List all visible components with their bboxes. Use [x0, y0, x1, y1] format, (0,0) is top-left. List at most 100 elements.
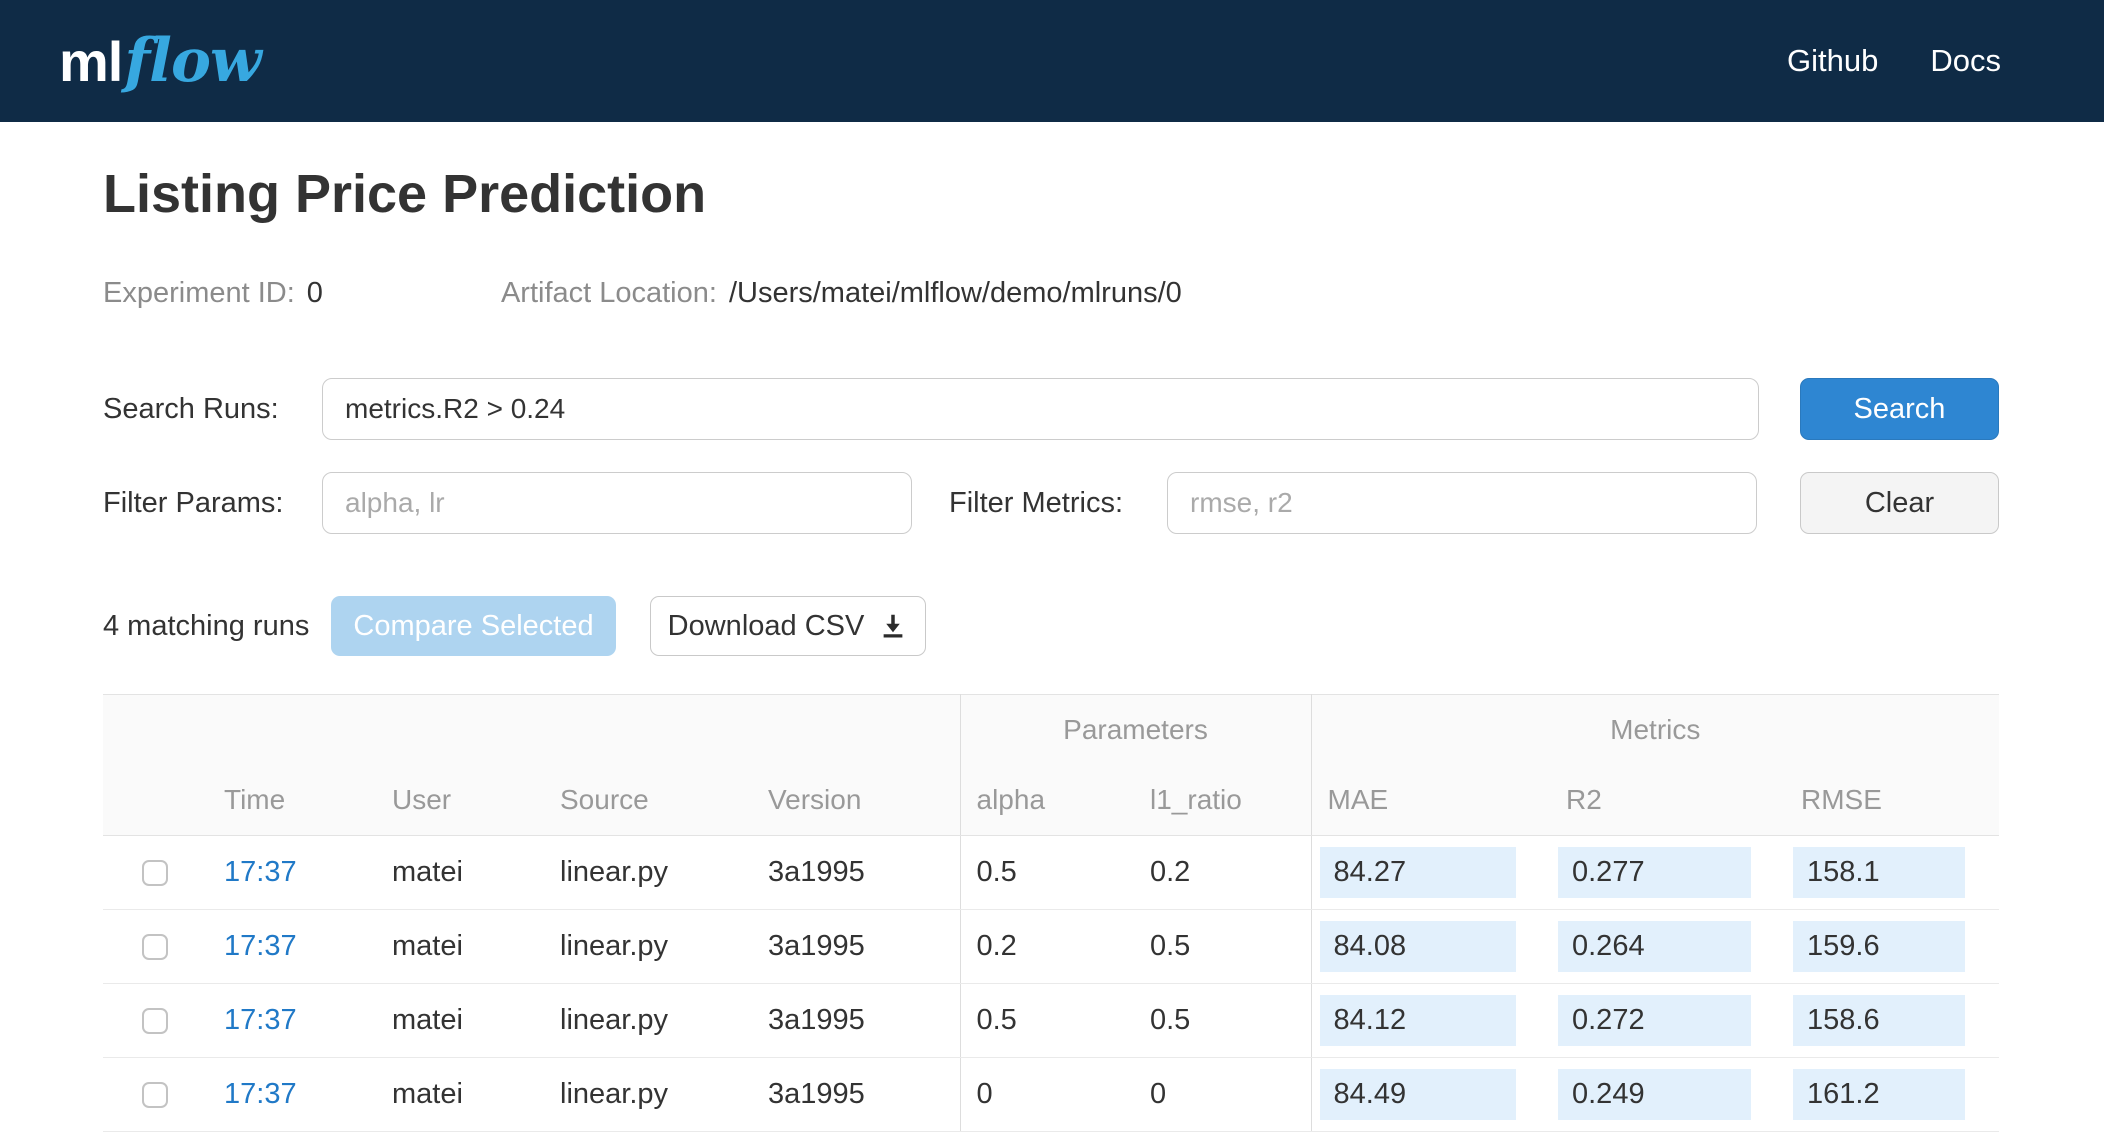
cell-r2: 0.249: [1550, 1057, 1785, 1132]
cell-rmse: 159.6: [1785, 909, 2000, 984]
cell-alpha: 0.5: [959, 983, 1134, 1058]
cell-l1-ratio: 0.5: [1134, 983, 1311, 1058]
cell-user: matei: [376, 909, 544, 984]
column-header-l1-ratio: l1_ratio: [1134, 764, 1311, 836]
metric-value: 84.49: [1319, 1069, 1516, 1120]
cell-user: matei: [376, 1057, 544, 1132]
column-header-version: Version: [752, 764, 960, 836]
logo-flow-text: flow: [124, 26, 261, 96]
column-header-mae: MAE: [1310, 764, 1550, 836]
nav-link-github[interactable]: Github: [1787, 43, 1878, 79]
row-checkbox[interactable]: [142, 934, 168, 961]
column-header-alpha: alpha: [959, 764, 1134, 836]
results-action-row: 4 matching runs Compare Selected Downloa…: [103, 596, 1999, 656]
row-checkbox[interactable]: [142, 860, 168, 887]
table-row: 17:37 matei linear.py 3a1995 0 0 84.49 0…: [103, 1057, 2000, 1132]
run-time-link[interactable]: 17:37: [224, 856, 297, 888]
cell-time: 17:37: [208, 1057, 376, 1132]
filter-params-input[interactable]: [322, 472, 912, 534]
group-header-spacer: [103, 695, 960, 765]
filter-params-label: Filter Params:: [103, 486, 284, 519]
cell-source: linear.py: [544, 909, 752, 984]
cell-mae: 84.08: [1310, 909, 1550, 984]
clear-button[interactable]: Clear: [1800, 472, 1999, 534]
artifact-location-label: Artifact Location:: [500, 277, 717, 309]
page-title: Listing Price Prediction: [103, 164, 707, 224]
group-header-metrics: Metrics: [1310, 694, 2000, 765]
runs-table: Parameters Metrics Time User Source Vers…: [103, 694, 2000, 1132]
artifact-location-value: /Users/matei/mlflow/demo/mlruns/0: [728, 277, 1182, 309]
table-column-header-row: Time User Source Version alpha l1_ratio …: [103, 764, 2000, 836]
cell-l1-ratio: 0.2: [1134, 835, 1311, 910]
cell-r2: 0.277: [1550, 835, 1785, 910]
metric-value: 158.1: [1793, 847, 1966, 898]
run-time-link[interactable]: 17:37: [224, 930, 297, 962]
experiment-id-value: 0: [306, 277, 323, 309]
mlflow-logo[interactable]: ml flow: [59, 26, 262, 96]
search-runs-input[interactable]: [322, 378, 1759, 440]
column-header-time: Time: [208, 764, 376, 836]
metric-value: 0.249: [1558, 1069, 1751, 1120]
row-checkbox[interactable]: [142, 1082, 168, 1109]
nav-link-docs[interactable]: Docs: [1930, 43, 2001, 79]
table-row: 17:37 matei linear.py 3a1995 0.2 0.5 84.…: [103, 909, 2000, 984]
metric-value: 159.6: [1793, 921, 1966, 972]
metric-value: 84.08: [1319, 921, 1516, 972]
column-header-source: Source: [544, 764, 752, 836]
cell-rmse: 158.6: [1785, 983, 2000, 1058]
cell-checkbox: [103, 1057, 208, 1132]
download-icon: [878, 611, 908, 641]
cell-source: linear.py: [544, 983, 752, 1058]
search-button[interactable]: Search: [1800, 378, 1999, 440]
cell-r2: 0.272: [1550, 983, 1785, 1058]
cell-version: 3a1995: [752, 1057, 960, 1132]
column-header-rmse: RMSE: [1785, 764, 2000, 836]
metric-value: 84.12: [1319, 995, 1516, 1046]
row-checkbox[interactable]: [142, 1008, 168, 1035]
cell-version: 3a1995: [752, 983, 960, 1058]
run-time-link[interactable]: 17:37: [224, 1004, 297, 1036]
download-csv-button[interactable]: Download CSV: [650, 596, 926, 656]
main-content: Listing Price Prediction Experiment ID: …: [0, 161, 2104, 1132]
cell-version: 3a1995: [752, 909, 960, 984]
cell-checkbox: [103, 835, 208, 910]
cell-user: matei: [376, 835, 544, 910]
cell-mae: 84.12: [1310, 983, 1550, 1058]
column-header-r2: R2: [1550, 764, 1785, 836]
download-csv-label: Download CSV: [667, 609, 865, 642]
cell-r2: 0.264: [1550, 909, 1785, 984]
filter-metrics-input[interactable]: [1167, 472, 1757, 534]
table-row: 17:37 matei linear.py 3a1995 0.5 0.2 84.…: [103, 835, 2000, 910]
column-header-checkbox: [103, 764, 208, 836]
metric-value: 84.27: [1319, 847, 1516, 898]
top-navbar: ml flow Github Docs: [0, 0, 2104, 122]
cell-time: 17:37: [208, 983, 376, 1058]
column-header-user: User: [376, 764, 544, 836]
cell-rmse: 161.2: [1785, 1057, 2000, 1132]
cell-l1-ratio: 0.5: [1134, 909, 1311, 984]
metric-value: 161.2: [1793, 1069, 1966, 1120]
compare-selected-button[interactable]: Compare Selected: [331, 596, 616, 656]
metric-value: 0.272: [1558, 995, 1751, 1046]
cell-rmse: 158.1: [1785, 835, 2000, 910]
run-time-link[interactable]: 17:37: [224, 1078, 297, 1110]
top-nav-links: Github Docs: [1787, 43, 2001, 79]
search-row: Search Runs: Search: [103, 378, 1999, 440]
matching-runs-count: 4 matching runs: [103, 609, 310, 642]
group-header-parameters: Parameters: [959, 694, 1311, 765]
table-row: 17:37 matei linear.py 3a1995 0.5 0.5 84.…: [103, 983, 2000, 1058]
cell-alpha: 0.5: [959, 835, 1134, 910]
cell-checkbox: [103, 909, 208, 984]
metric-value: 0.264: [1558, 921, 1751, 972]
cell-source: linear.py: [544, 1057, 752, 1132]
filter-row: Filter Params: Filter Metrics: Clear: [103, 472, 1999, 534]
filter-metrics-label: Filter Metrics:: [949, 486, 1123, 519]
logo-ml-text: ml: [59, 30, 123, 93]
cell-mae: 84.49: [1310, 1057, 1550, 1132]
cell-mae: 84.27: [1310, 835, 1550, 910]
cell-time: 17:37: [208, 835, 376, 910]
cell-l1-ratio: 0: [1134, 1057, 1311, 1132]
experiment-id-label: Experiment ID:: [103, 277, 295, 309]
metric-value: 158.6: [1793, 995, 1966, 1046]
cell-alpha: 0.2: [959, 909, 1134, 984]
